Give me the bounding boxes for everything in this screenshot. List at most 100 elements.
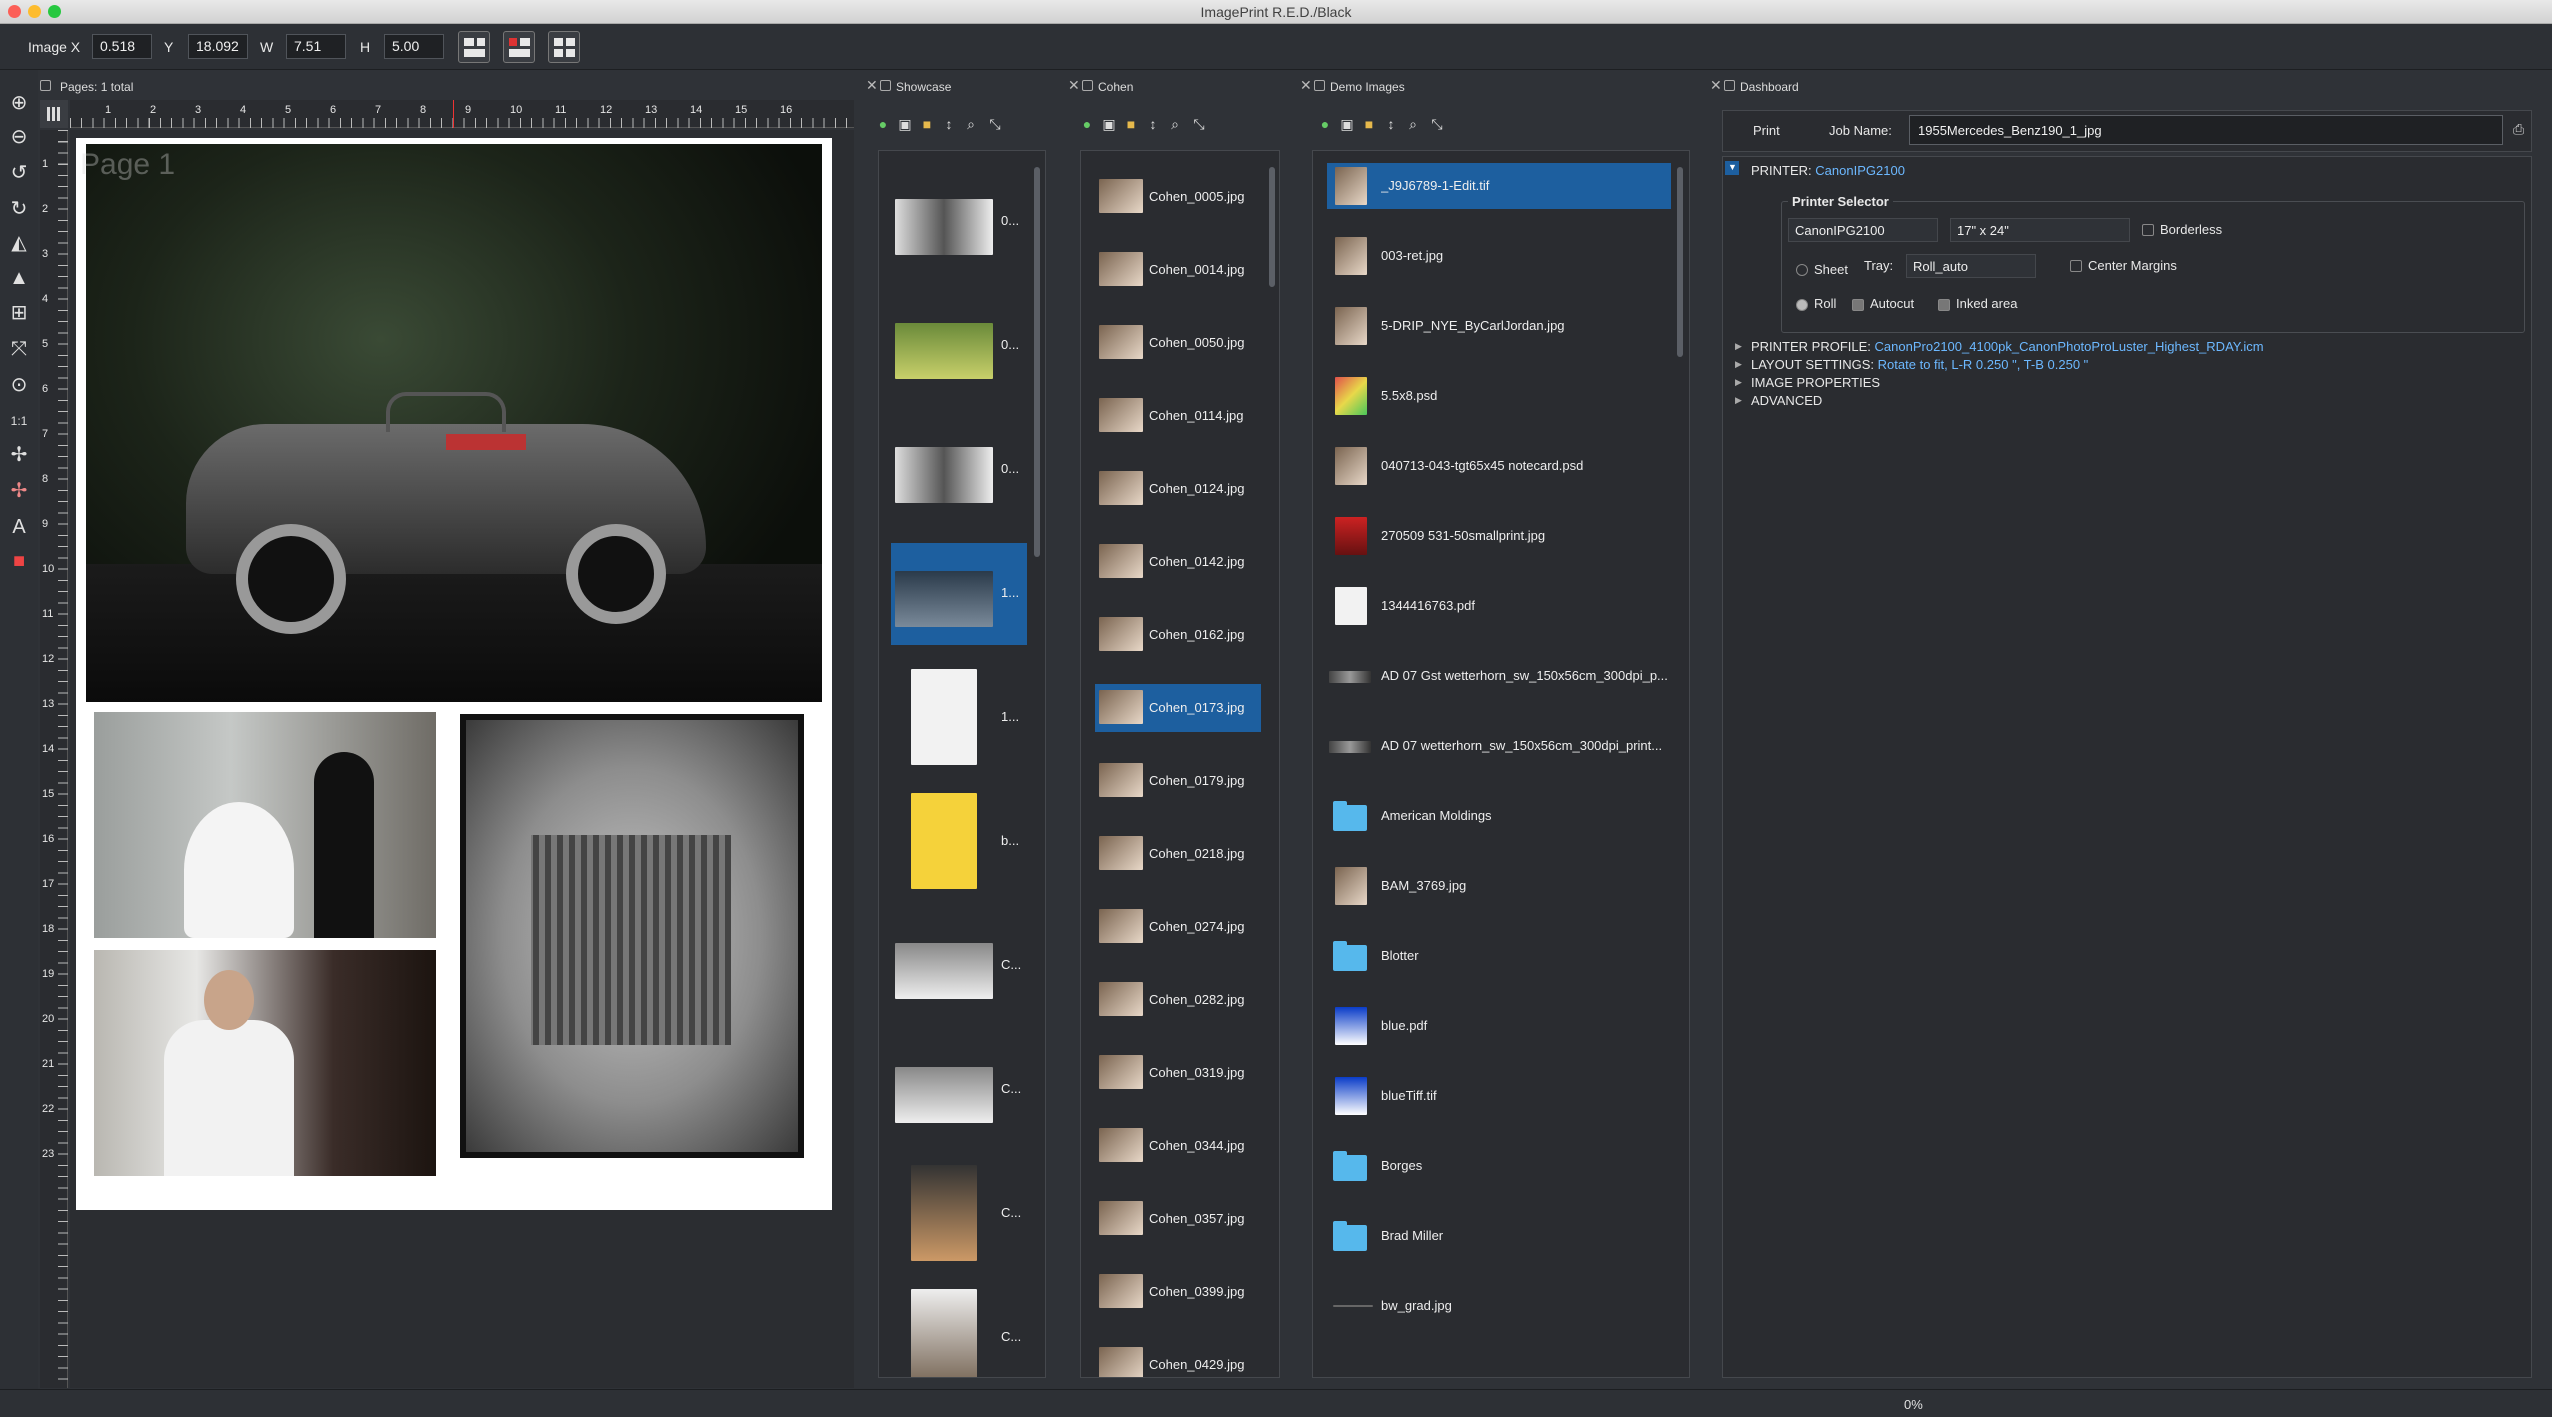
roll-radio[interactable] [1796,299,1808,311]
rotate-right-icon[interactable]: ↻ [6,196,32,222]
align-left-icon[interactable] [458,31,490,63]
sheet-radio[interactable] [1796,264,1808,276]
demo-item[interactable]: AD 07 Gst wetterhorn_sw_150x56cm_300dpi_… [1327,653,1671,699]
demo-item[interactable]: BAM_3769.jpg [1327,863,1671,909]
cohen-scrollbar[interactable] [1269,167,1275,287]
cohen-item[interactable]: Cohen_0014.jpg [1095,246,1261,294]
printer-select[interactable]: CanonIPG2100 [1788,218,1938,242]
view-icon[interactable]: ▣ [1100,115,1118,133]
demo-item[interactable]: 270509 531-50smallprint.jpg [1327,513,1671,559]
collapse-icon[interactable]: ⤡ [1190,115,1208,133]
paper-size-select[interactable]: 17" x 24" [1950,218,2130,242]
showcase-item[interactable]: C... [891,1287,1027,1377]
cohen-item[interactable]: Cohen_0344.jpg [1095,1122,1261,1170]
demo-item[interactable]: American Moldings [1327,793,1671,839]
collapse-icon[interactable]: ⤡ [986,115,1004,133]
showcase-item[interactable]: C... [891,915,1027,1017]
layout-expand-icon[interactable]: ▶ [1735,359,1742,370]
center-icon[interactable]: ⊙ [6,372,32,398]
center-margins-checkbox[interactable] [2070,260,2082,272]
demo-item[interactable]: 5-DRIP_NYE_ByCarlJordan.jpg [1327,303,1671,349]
remove-image-icon[interactable]: ✢ [6,478,32,504]
sort-icon[interactable]: ↕ [940,115,958,133]
print-button[interactable]: Print [1753,123,1780,138]
demo-item[interactable]: Borges [1327,1143,1671,1189]
cohen-item[interactable]: Cohen_0429.jpg [1095,1341,1261,1377]
flip-icon[interactable]: ◭ [6,230,32,256]
image-x-input[interactable]: 0.518 [92,34,152,59]
borderless-checkbox[interactable] [2142,224,2154,236]
demo-item[interactable]: 040713-043-tgt65x45 notecard.psd [1327,443,1671,489]
add-icon[interactable]: ● [1078,115,1096,133]
view-icon[interactable]: ▣ [1338,115,1356,133]
cohen-item[interactable]: Cohen_0142.jpg [1095,538,1261,586]
demo-item[interactable]: _J9J6789-1-Edit.tif [1327,163,1671,209]
layout-value[interactable]: Rotate to fit, L-R 0.250 ", T-B 0.250 " [1878,357,2089,372]
photo-bride[interactable] [94,712,436,938]
close-dashboard-icon[interactable]: ✕ [1710,77,1722,94]
autocut-checkbox[interactable] [1852,299,1864,311]
collapse-icon[interactable]: ⤡ [1428,115,1446,133]
cohen-item[interactable]: Cohen_0005.jpg [1095,173,1261,221]
detach-demo-icon[interactable] [1314,80,1325,91]
showcase-item[interactable]: 1... [891,667,1027,769]
rotate-left-icon[interactable]: ↺ [6,160,32,186]
fit-icon[interactable]: ⤧ [6,336,32,362]
image-properties-row[interactable]: IMAGE PROPERTIES [1751,375,1880,390]
photo-mercedes[interactable] [86,144,822,702]
y-input[interactable]: 18.092 [188,34,248,59]
advanced-expand-icon[interactable]: ▶ [1735,395,1742,406]
cohen-item[interactable]: Cohen_0179.jpg [1095,757,1261,805]
demo-item[interactable]: bw_grad.jpg [1327,1283,1671,1329]
close-demo-icon[interactable]: ✕ [1300,77,1312,94]
search-icon[interactable]: ⌕ [1166,115,1184,133]
demo-scrollbar[interactable] [1677,167,1683,357]
demo-item[interactable]: Brad Miller [1327,1213,1671,1259]
inked-area-checkbox[interactable] [1938,299,1950,311]
close-cohen-icon[interactable]: ✕ [1068,77,1080,94]
cohen-item[interactable]: Cohen_0124.jpg [1095,465,1261,513]
grid-toggle-icon[interactable] [40,100,68,128]
showcase-item[interactable]: C... [891,1039,1027,1141]
demo-item[interactable]: 003-ret.jpg [1327,233,1671,279]
cohen-item[interactable]: Cohen_0114.jpg [1095,392,1261,440]
actual-size-icon[interactable]: 1:1 [6,408,32,434]
add-icon[interactable]: ● [874,115,892,133]
profile-value[interactable]: CanonPro2100_4100pk_CanonPhotoProLuster_… [1875,339,2264,354]
printer-profile-row[interactable]: PRINTER PROFILE: CanonPro2100_4100pk_Can… [1751,339,2264,354]
folder-icon[interactable]: ■ [1122,115,1140,133]
mirror-icon[interactable]: ▲ [6,265,32,291]
job-name-input[interactable]: 1955Mercedes_Benz190_1_jpg [1909,115,2503,145]
crop-icon[interactable]: ⊞ [6,300,32,326]
view-icon[interactable]: ▣ [896,115,914,133]
add-icon[interactable]: ● [1316,115,1334,133]
photo-groom[interactable] [94,950,436,1176]
printer-section[interactable]: PRINTER: CanonIPG2100 [1751,163,1905,178]
detach-cohen-icon[interactable] [1082,80,1093,91]
tray-select[interactable]: Roll_auto [1906,254,2036,278]
showcase-list[interactable]: 0... 0... 0... 1... 1... b... C... C... C... C... [878,150,1046,1378]
search-icon[interactable]: ⌕ [1404,115,1422,133]
demo-item[interactable]: blue.pdf [1327,1003,1671,1049]
cohen-item[interactable]: Cohen_0282.jpg [1095,976,1261,1024]
demo-list[interactable]: _J9J6789-1-Edit.tif 003-ret.jpg 5-DRIP_NYE… [1312,150,1690,1378]
h-input[interactable]: 5.00 [384,34,444,59]
folder-icon[interactable]: ■ [1360,115,1378,133]
demo-item[interactable]: 5.5x8.psd [1327,373,1671,419]
detach-showcase-icon[interactable] [880,80,891,91]
demo-item[interactable]: Blotter [1327,933,1671,979]
image-props-expand-icon[interactable]: ▶ [1735,377,1742,388]
cohen-item[interactable]: Cohen_0399.jpg [1095,1268,1261,1316]
text-tool-icon[interactable]: A [6,514,32,540]
align-tile-icon[interactable] [548,31,580,63]
w-input[interactable]: 7.51 [286,34,346,59]
layout-settings-row[interactable]: LAYOUT SETTINGS: Rotate to fit, L-R 0.25… [1751,357,2088,372]
advanced-row[interactable]: ADVANCED [1751,393,1822,408]
showcase-item[interactable]: 0... [891,171,1027,273]
cohen-item[interactable]: Cohen_0218.jpg [1095,830,1261,878]
showcase-item[interactable]: 0... [891,419,1027,521]
showcase-item[interactable]: 0... [891,295,1027,397]
profile-expand-icon[interactable]: ▶ [1735,341,1742,352]
cohen-item[interactable]: Cohen_0357.jpg [1095,1195,1261,1243]
cohen-item[interactable]: Cohen_0162.jpg [1095,611,1261,659]
